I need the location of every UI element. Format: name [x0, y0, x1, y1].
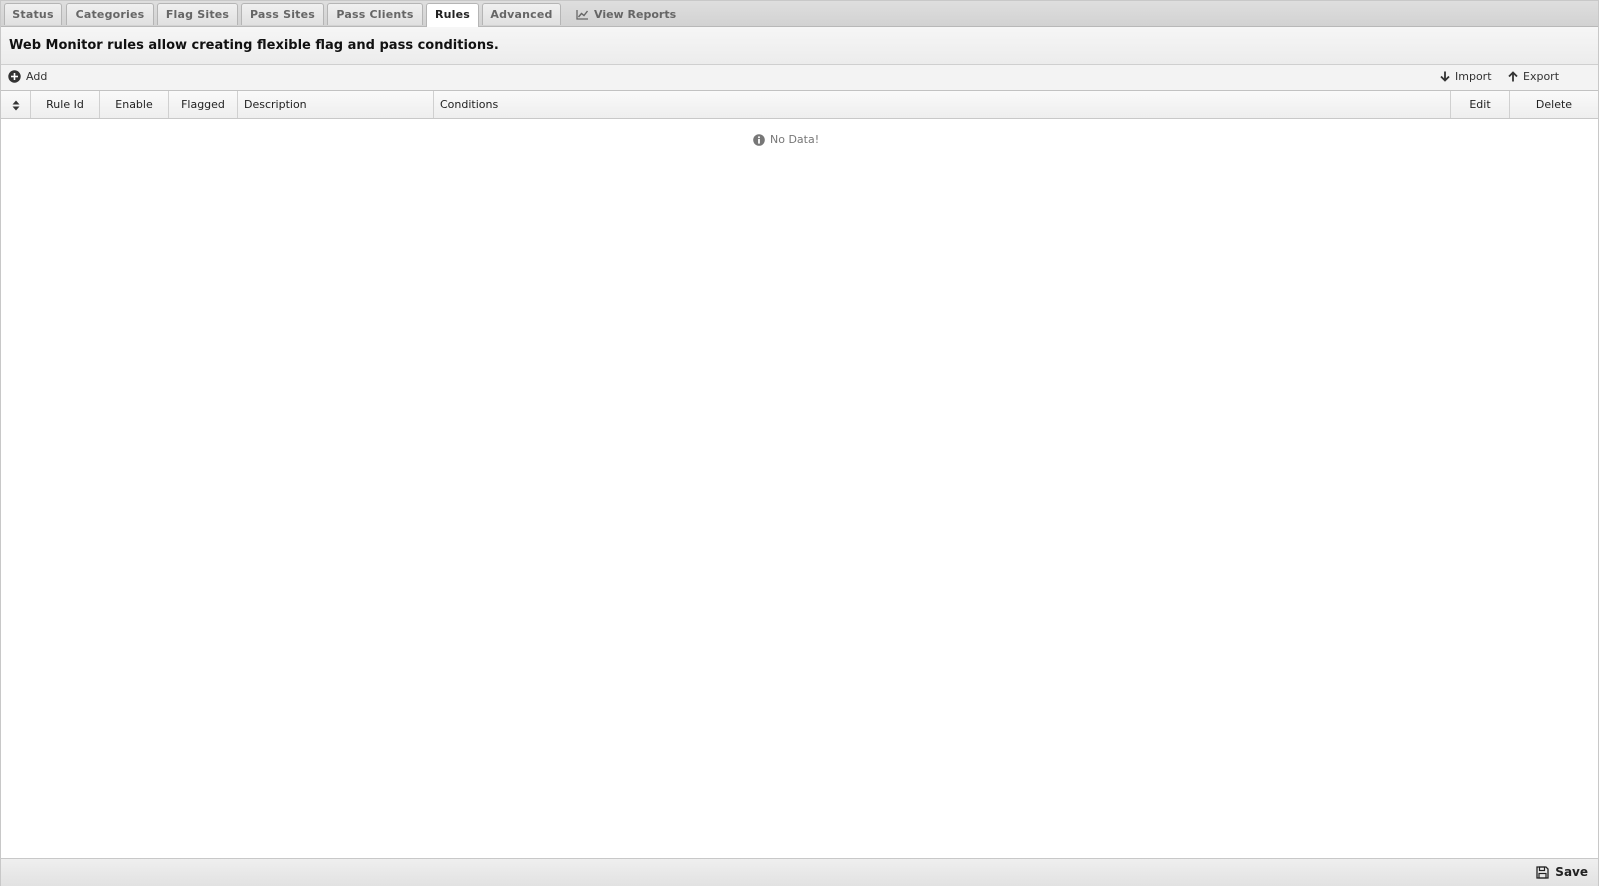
grid-header: Rule Id Enable Flagged Description Condi…	[1, 91, 1598, 119]
grid-toolbar: Add Import Export	[1, 65, 1598, 91]
page-description: Web Monitor rules allow creating flexibl…	[9, 38, 499, 53]
view-reports-link[interactable]: View Reports	[576, 3, 676, 25]
tab-rules[interactable]: Rules	[426, 3, 479, 27]
empty-message: No Data!	[770, 133, 820, 146]
column-delete[interactable]: Delete	[1510, 91, 1598, 118]
line-chart-icon	[576, 9, 589, 20]
tab-bar: Status Categories Flag Sites Pass Sites …	[1, 1, 1598, 27]
import-label: Import	[1455, 70, 1492, 83]
tab-advanced[interactable]: Advanced	[482, 3, 561, 25]
tab-pass-clients[interactable]: Pass Clients	[327, 3, 423, 25]
export-button[interactable]: Export	[1508, 70, 1559, 83]
column-edit[interactable]: Edit	[1451, 91, 1510, 118]
save-label: Save	[1555, 865, 1588, 879]
add-label: Add	[26, 70, 48, 83]
description-banner: Web Monitor rules allow creating flexibl…	[1, 27, 1598, 65]
tab-status[interactable]: Status	[4, 3, 62, 25]
info-icon	[753, 133, 765, 146]
arrow-up-icon	[1508, 71, 1518, 82]
import-button[interactable]: Import	[1440, 70, 1492, 83]
rules-panel: Status Categories Flag Sites Pass Sites …	[0, 0, 1599, 886]
add-button[interactable]: Add	[8, 70, 47, 83]
view-reports-label: View Reports	[594, 7, 677, 21]
column-flagged[interactable]: Flagged	[169, 91, 238, 118]
sort-handle-column[interactable]	[1, 91, 31, 118]
footer-bar: Save	[1, 858, 1598, 886]
empty-state: No Data!	[753, 133, 819, 146]
column-conditions[interactable]: Conditions	[434, 91, 1451, 118]
floppy-disk-icon	[1536, 865, 1549, 879]
save-button[interactable]: Save	[1536, 865, 1588, 879]
sort-icon	[12, 100, 20, 111]
tab-categories[interactable]: Categories	[66, 3, 154, 25]
tab-flag-sites[interactable]: Flag Sites	[157, 3, 238, 25]
arrow-down-icon	[1440, 71, 1450, 82]
column-rule-id[interactable]: Rule Id	[31, 91, 100, 118]
plus-circle-icon	[8, 70, 21, 83]
tab-pass-sites[interactable]: Pass Sites	[241, 3, 324, 25]
export-label: Export	[1523, 70, 1560, 83]
column-enable[interactable]: Enable	[100, 91, 169, 118]
column-description[interactable]: Description	[238, 91, 434, 118]
